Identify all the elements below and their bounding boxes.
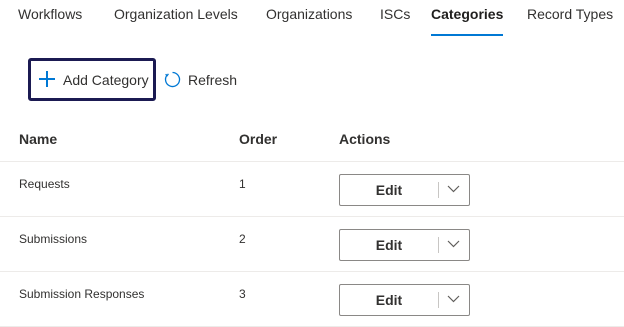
tab-organization-levels[interactable]: Organization Levels [114,6,238,36]
refresh-button[interactable]: Refresh [162,58,242,101]
chevron-down-icon [447,185,460,193]
column-header-actions: Actions [339,131,391,147]
refresh-icon [164,71,181,88]
tab-label: Organizations [266,6,353,22]
tab-workflows[interactable]: Workflows [18,6,82,36]
table-row: Requests 1 Edit [0,162,624,217]
active-tab-indicator [431,34,504,36]
plus-icon [39,71,55,87]
edit-button[interactable]: Edit [340,175,438,205]
tab-label: ISCs [380,6,411,22]
row-name: Submission Responses [19,287,145,301]
tab-label: Categories [431,6,504,22]
tab-iscs[interactable]: ISCs [380,6,410,36]
command-bar: Add Category Refresh [0,58,624,102]
tab-label: Workflows [18,6,83,22]
tab-label: Organization Levels [114,6,238,22]
tab-record-types[interactable]: Record Types [527,6,613,36]
refresh-label: Refresh [188,72,238,88]
row-order: 3 [239,287,246,301]
edit-split-button: Edit [339,229,470,261]
row-order: 2 [239,232,246,246]
chevron-down-icon [447,240,460,248]
edit-split-button: Edit [339,284,470,316]
table-row: Submissions 2 Edit [0,217,624,272]
tab-label: Record Types [527,6,614,22]
row-name: Submissions [19,232,88,246]
categories-table: Name Order Actions Requests 1 Edit Submi… [0,124,624,327]
chevron-down-icon [447,295,460,303]
row-name: Requests [19,177,70,191]
tab-bar: Workflows Organization Levels Organizati… [0,0,624,36]
edit-split-button: Edit [339,174,470,206]
more-actions-button[interactable] [439,285,469,315]
edit-button[interactable]: Edit [340,285,438,315]
add-category-label: Add Category [63,72,149,88]
column-header-order[interactable]: Order [239,131,277,147]
edit-button[interactable]: Edit [340,230,438,260]
more-actions-button[interactable] [439,230,469,260]
add-category-button[interactable]: Add Category [28,58,156,101]
tab-categories[interactable]: Categories [431,6,504,36]
table-header: Name Order Actions [0,124,624,162]
tab-organizations[interactable]: Organizations [266,6,352,36]
table-row: Submission Responses 3 Edit [0,272,624,327]
column-header-name[interactable]: Name [19,131,57,147]
more-actions-button[interactable] [439,175,469,205]
row-order: 1 [239,177,246,191]
